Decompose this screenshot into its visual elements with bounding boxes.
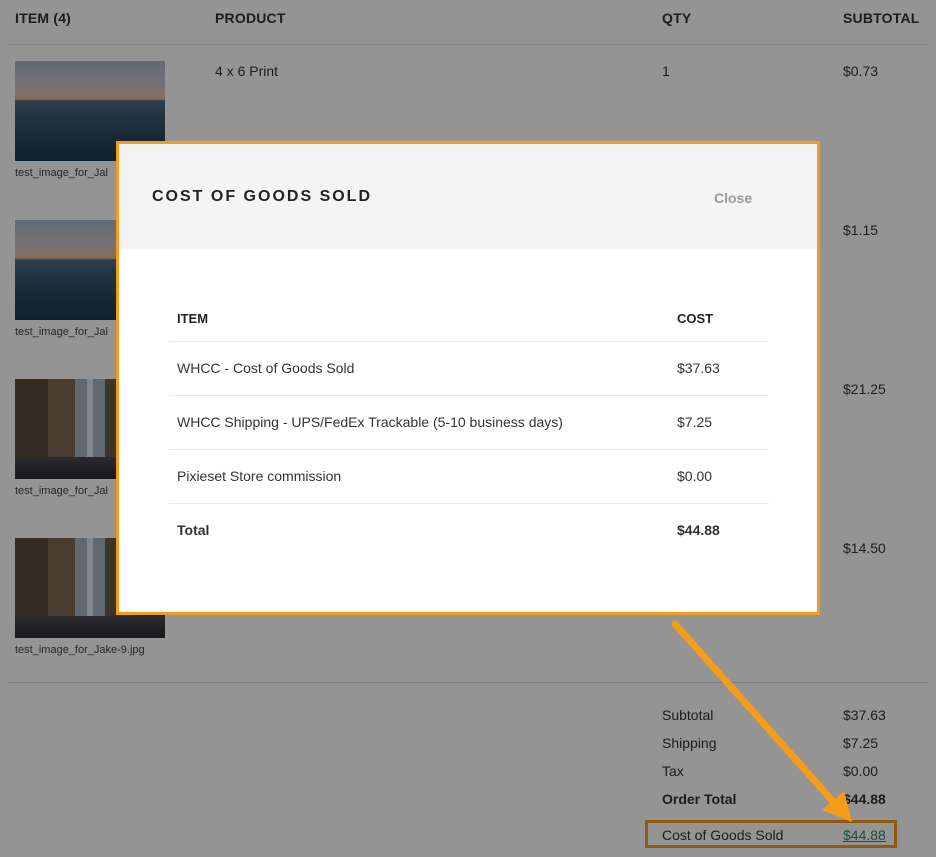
cogs-total-value: $44.88: [677, 522, 720, 538]
cogs-row-item: Pixieset Store commission: [177, 468, 342, 484]
table-row: Pixieset Store commission $0.00: [169, 450, 769, 504]
cogs-row-cost: $0.00: [677, 468, 713, 484]
modal-header: COST OF GOODS SOLD Close: [119, 144, 817, 249]
cogs-row-cost: $7.25: [677, 414, 713, 430]
cogs-row-cost: $37.63: [677, 360, 720, 376]
cogs-row-item: WHCC - Cost of Goods Sold: [177, 360, 355, 376]
close-button[interactable]: Close: [714, 190, 752, 206]
table-row: WHCC Shipping - UPS/FedEx Trackable (5-1…: [169, 396, 769, 450]
cogs-header-item: ITEM: [177, 311, 209, 326]
cogs-table: ITEM COST WHCC - Cost of Goods Sold $37.…: [169, 294, 769, 557]
table-row: WHCC - Cost of Goods Sold $37.63: [169, 342, 769, 396]
modal-title: COST OF GOODS SOLD: [152, 188, 373, 205]
cogs-table-header: ITEM COST: [169, 294, 769, 342]
cogs-total-label: Total: [177, 522, 210, 538]
cogs-header-cost: COST: [677, 311, 714, 326]
cogs-row-item: WHCC Shipping - UPS/FedEx Trackable (5-1…: [177, 414, 563, 430]
table-row-total: Total $44.88: [169, 504, 769, 557]
cogs-modal: COST OF GOODS SOLD Close ITEM COST WHCC …: [116, 141, 820, 615]
